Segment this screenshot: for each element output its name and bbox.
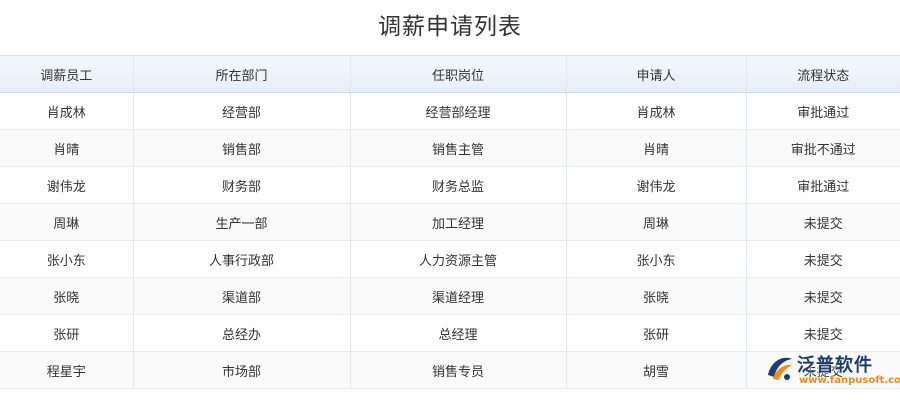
department-cell: 生产一部 [133,203,351,241]
column-header-applicant[interactable]: 申请人 [566,55,747,93]
watermark-logo: 泛普软件 www.fanpusoft.com [765,351,900,391]
watermark-brand: 泛普软件 [797,355,873,376]
table-row[interactable]: 肖成林 经营部 经营部经理 肖成林 审批通过 [0,92,900,130]
employee-cell: 周琳 [0,203,134,241]
applicant-cell: 周琳 [566,203,747,241]
table-header-row: 调薪员工 所在部门 任职岗位 申请人 流程状态 [0,55,900,93]
applicant-cell: 肖成林 [566,92,747,130]
department-cell: 人事行政部 [133,240,351,278]
column-header-position[interactable]: 任职岗位 [350,55,567,93]
applicant-cell: 肖晴 [566,129,747,167]
department-cell: 财务部 [133,166,351,204]
applicant-cell: 张研 [566,314,747,352]
table-row[interactable]: 张小东 人事行政部 人力资源主管 张小东 未提交 [0,240,900,278]
department-cell: 总经办 [133,314,351,352]
status-cell: 审批不通过 [746,129,900,167]
table-row[interactable]: 周琳 生产一部 加工经理 周琳 未提交 [0,203,900,241]
position-cell: 人力资源主管 [350,240,567,278]
status-cell: 未提交 [746,203,900,241]
department-cell: 渠道部 [133,277,351,315]
employee-cell: 肖晴 [0,129,134,167]
applicant-cell: 张小东 [566,240,747,278]
watermark-url: www.fanpusoft.com [799,375,900,386]
position-cell: 总经理 [350,314,567,352]
table-row[interactable]: 谢伟龙 财务部 财务总监 谢伟龙 审批通过 [0,166,900,204]
department-cell: 市场部 [133,351,351,389]
status-cell: 审批通过 [746,92,900,130]
status-cell: 未提交 [746,240,900,278]
applicant-cell: 张晓 [566,277,747,315]
department-cell: 销售部 [133,129,351,167]
applicant-cell: 胡雪 [566,351,747,389]
table-row[interactable]: 张晓 渠道部 渠道经理 张晓 未提交 [0,277,900,315]
position-cell: 渠道经理 [350,277,567,315]
position-cell: 销售主管 [350,129,567,167]
status-cell: 未提交 [746,277,900,315]
employee-cell: 程星宇 [0,351,134,389]
employee-cell: 谢伟龙 [0,166,134,204]
status-cell: 未提交 [746,314,900,352]
employee-cell: 张研 [0,314,134,352]
position-cell: 销售专员 [350,351,567,389]
table-row[interactable]: 肖晴 销售部 销售主管 肖晴 审批不通过 [0,129,900,167]
department-cell: 经营部 [133,92,351,130]
column-header-employee[interactable]: 调薪员工 [0,55,134,93]
position-cell: 经营部经理 [350,92,567,130]
position-cell: 财务总监 [350,166,567,204]
column-header-department[interactable]: 所在部门 [133,55,351,93]
position-cell: 加工经理 [350,203,567,241]
employee-cell: 张小东 [0,240,134,278]
page-title: 调薪申请列表 [378,14,522,40]
employee-cell: 肖成林 [0,92,134,130]
applicant-cell: 谢伟龙 [566,166,747,204]
table-row[interactable]: 张研 总经办 总经理 张研 未提交 [0,314,900,352]
column-header-status[interactable]: 流程状态 [746,55,900,93]
fanpu-logo-icon [768,357,792,380]
status-cell: 审批通过 [746,166,900,204]
employee-cell: 张晓 [0,277,134,315]
salary-adjustment-table: 调薪员工 所在部门 任职岗位 申请人 流程状态 肖成林 经营部 经营部经理 肖成… [0,55,900,389]
